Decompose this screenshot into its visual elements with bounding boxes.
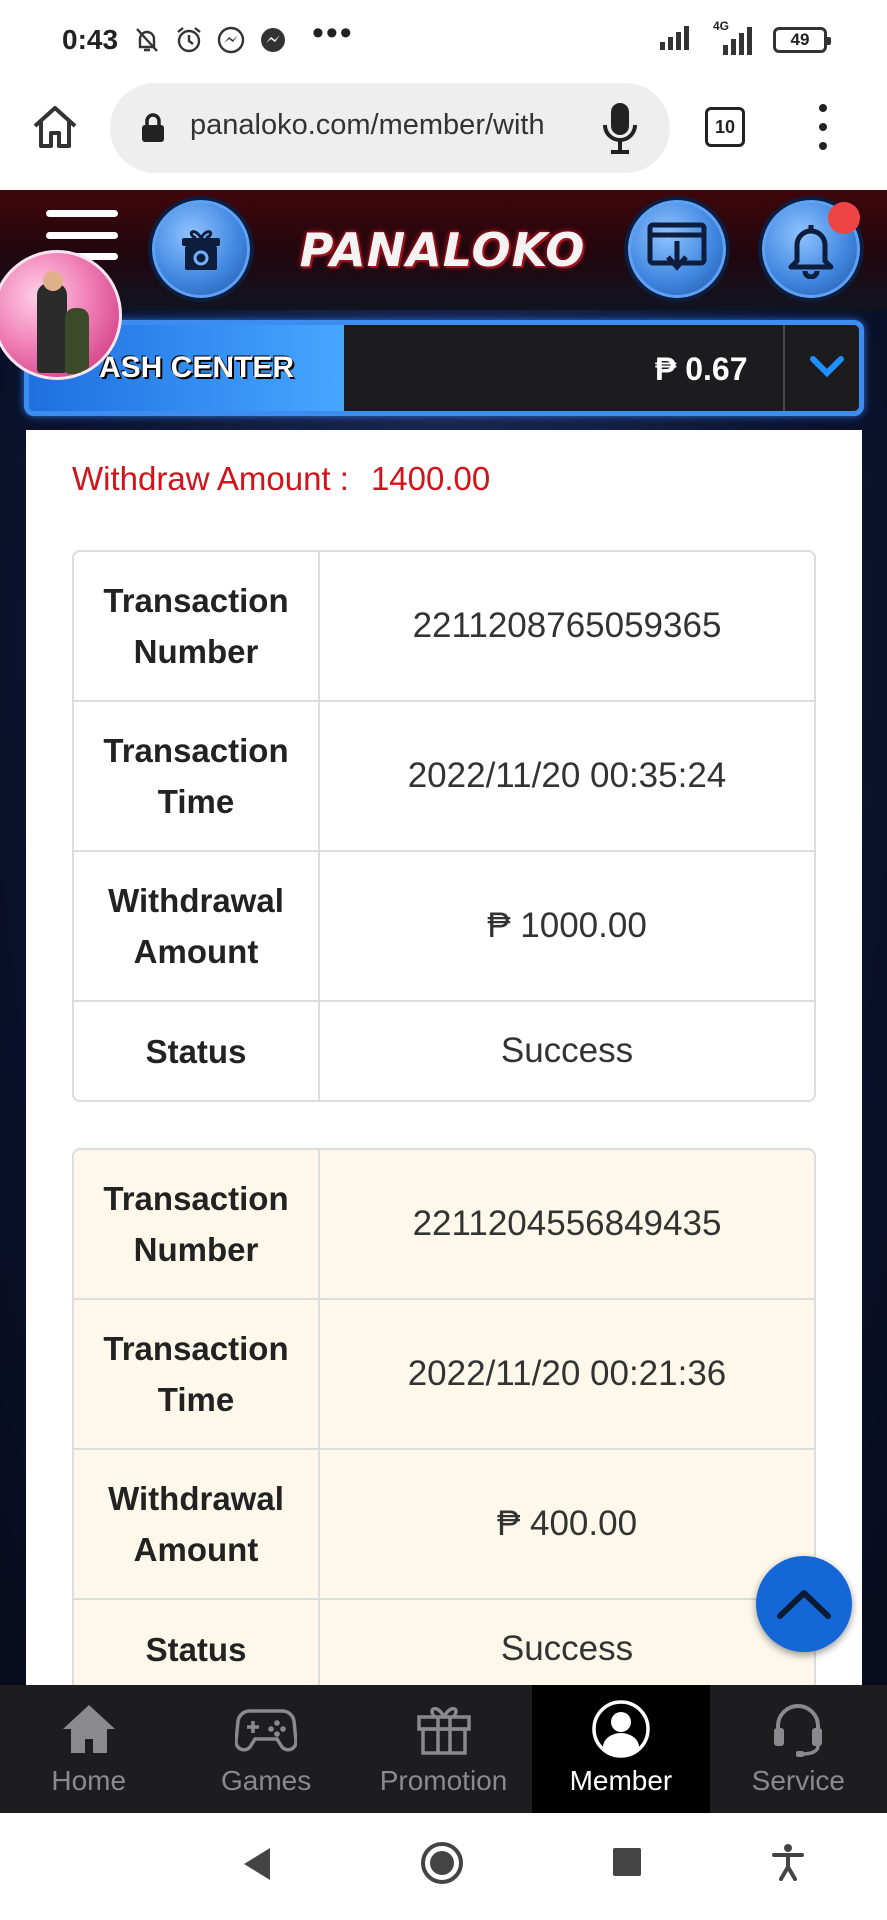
site-logo[interactable]: PANALOKO	[290, 220, 595, 280]
messenger-filled-icon	[258, 25, 288, 55]
alarm-icon	[174, 25, 204, 55]
withdrawal-amount-label: Withdrawal Amount	[74, 852, 320, 1000]
table-row: Transaction Number 2211204556849435	[74, 1150, 814, 1300]
transaction-time-value: 2022/11/20 00:35:24	[407, 756, 727, 795]
back-icon[interactable]	[240, 1845, 274, 1888]
home-icon	[57, 1699, 121, 1759]
more-notifications-icon: •••	[312, 14, 354, 52]
nav-promotion[interactable]: Promotion	[355, 1685, 532, 1813]
nav-label: Service	[751, 1765, 846, 1796]
notifications-button[interactable]	[758, 196, 864, 302]
signal-4g-icon: 4G	[709, 19, 757, 55]
bottom-navigation: Home Games Promotion Member Service	[0, 1685, 887, 1813]
browser-toolbar: panaloko.com/member/with 10	[0, 80, 887, 190]
home-circle-icon[interactable]	[420, 1841, 464, 1890]
status-notification-icons	[132, 24, 288, 56]
table-row: Status Success	[74, 1002, 814, 1100]
status-bar: 0:43 ••• 4G 49	[0, 0, 887, 80]
nav-member[interactable]: Member	[532, 1685, 710, 1813]
withdrawal-amount-value: ₱ 1000.00	[487, 906, 647, 945]
status-label: Status	[74, 1002, 320, 1100]
transaction-time-label: Transaction Time	[74, 1300, 320, 1448]
table-row: Status Success	[74, 1600, 814, 1685]
wallet-balance: ₱ 0.67	[655, 351, 748, 387]
transaction-time-value: 2022/11/20 00:21:36	[407, 1354, 727, 1393]
signal-icon	[659, 24, 693, 55]
browser-home-icon[interactable]	[30, 102, 80, 152]
table-row: Transaction Time 2022/11/20 00:21:36	[74, 1300, 814, 1450]
microphone-icon[interactable]	[600, 101, 640, 155]
withdraw-amount-value: 1400.00	[370, 460, 491, 497]
messenger-icon	[216, 25, 246, 55]
table-row: Withdrawal Amount ₱ 400.00	[74, 1450, 814, 1600]
withdrawal-amount-label: Withdrawal Amount	[74, 1450, 320, 1598]
table-row: Withdrawal Amount ₱ 1000.00	[74, 852, 814, 1002]
member-icon	[589, 1699, 653, 1759]
transaction-time-label: Transaction Time	[74, 702, 320, 850]
table-row: Transaction Time 2022/11/20 00:35:24	[74, 702, 814, 852]
system-navigation-bar	[0, 1813, 887, 1920]
transaction-number-label: Transaction Number	[74, 552, 320, 700]
transaction-record: Transaction Number 2211204556849435 Tran…	[72, 1148, 816, 1685]
withdraw-amount-label: Withdraw Amount :	[72, 460, 349, 497]
transaction-number-value: 2211208765059365	[412, 606, 722, 645]
address-bar[interactable]: panaloko.com/member/with	[110, 83, 670, 173]
site-header: PANALOKO	[0, 190, 887, 310]
nav-label: Home	[51, 1765, 127, 1796]
url-text[interactable]: panaloko.com/member/with	[190, 109, 590, 142]
gamepad-icon	[234, 1699, 298, 1759]
chevron-up-icon	[777, 1590, 831, 1619]
nav-label: Promotion	[379, 1765, 508, 1796]
transaction-number-value: 2211204556849435	[412, 1204, 722, 1243]
nav-service[interactable]: Service	[710, 1685, 887, 1813]
gift-icon	[412, 1699, 476, 1759]
withdraw-amount-summary: Withdraw Amount : 1400.00	[72, 460, 490, 498]
status-system-icons: 4G 49	[659, 19, 831, 55]
bell-muted-icon	[132, 25, 162, 55]
table-row: Transaction Number 2211208765059365	[74, 552, 814, 702]
status-label: Status	[74, 1600, 320, 1685]
withdraw-records-panel: Withdraw Amount : 1400.00 Transaction Num…	[26, 430, 862, 1685]
gift-box-icon	[182, 230, 220, 270]
website-content: PANALOKO ASH CENTER ₱ 0.67 Withdraw Amou…	[0, 190, 887, 1685]
chevron-down-icon[interactable]	[799, 339, 855, 395]
transaction-number-label: Transaction Number	[74, 1150, 320, 1298]
download-icon	[647, 222, 707, 271]
status-value: Success	[500, 1031, 634, 1070]
nav-home[interactable]: Home	[0, 1685, 177, 1813]
nav-games[interactable]: Games	[177, 1685, 354, 1813]
cash-bar-divider	[783, 325, 785, 411]
cash-center-title: ASH CENTER	[99, 351, 295, 384]
status-value: Success	[500, 1629, 634, 1668]
withdrawal-amount-value: ₱ 400.00	[496, 1504, 638, 1543]
battery-icon: 49	[773, 26, 831, 53]
tab-switcher-button[interactable]: 10	[705, 107, 745, 147]
nav-label: Games	[220, 1765, 312, 1796]
status-time: 0:43	[62, 24, 119, 55]
lock-icon	[140, 113, 166, 143]
recents-icon[interactable]	[612, 1847, 642, 1882]
download-app-button[interactable]	[624, 196, 730, 302]
browser-menu-icon[interactable]	[815, 104, 831, 150]
cash-center-bar[interactable]: ASH CENTER ₱ 0.67	[24, 320, 864, 416]
notification-dot	[828, 202, 860, 234]
scroll-to-top-button[interactable]	[756, 1556, 852, 1652]
headset-icon	[766, 1699, 830, 1759]
transaction-record: Transaction Number 2211208765059365 Tran…	[72, 550, 816, 1102]
accessibility-icon[interactable]	[772, 1843, 804, 1886]
gift-box-button[interactable]	[148, 196, 254, 302]
nav-label: Member	[569, 1765, 673, 1796]
